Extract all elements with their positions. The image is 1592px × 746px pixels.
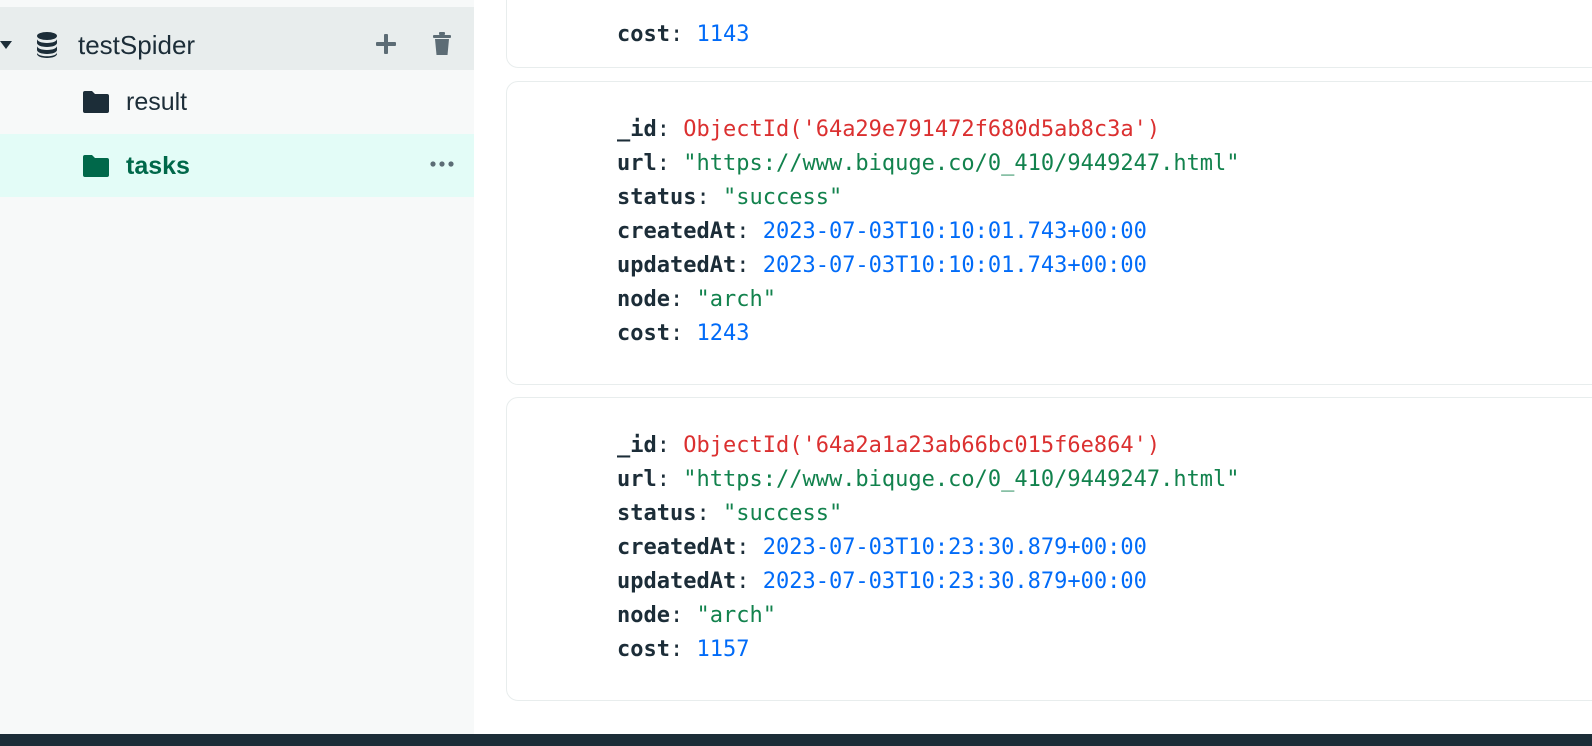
database-item-testspider[interactable]: testSpider xyxy=(0,7,474,70)
field-key: status xyxy=(617,185,697,210)
field-url: url: "https://www.biquge.co/0_410/944924… xyxy=(617,467,1240,492)
field-id: _id: ObjectId('64a2a1a23ab66bc015f6e864'… xyxy=(617,433,1161,458)
caret-down-icon[interactable] xyxy=(0,41,12,49)
field-value: "https://www.biquge.co/0_410/9449247.htm… xyxy=(683,467,1240,492)
field-key: createdAt xyxy=(617,535,737,560)
field-value: 1243 xyxy=(696,321,750,346)
collection-label: result xyxy=(126,88,188,116)
document-card[interactable]: _id: ObjectId('64a2a1a23ab66bc015f6e864'… xyxy=(506,397,1592,701)
field-value: ObjectId('64a2a1a23ab66bc015f6e864') xyxy=(683,433,1161,458)
field-key: cost xyxy=(617,637,670,662)
field-value: "success" xyxy=(722,501,843,526)
documents-list: cost: 1143 _id: ObjectId('64a29e791472f6… xyxy=(474,0,1592,734)
ellipsis-icon[interactable] xyxy=(428,154,456,174)
collection-item-tasks[interactable]: tasks xyxy=(0,134,474,197)
field-key: url xyxy=(617,151,657,176)
field-updatedat: updatedAt: 2023-07-03T10:23:30.879+00:00 xyxy=(617,569,1147,594)
field-value: "https://www.biquge.co/0_410/9449247.htm… xyxy=(683,151,1240,176)
field-value: 2023-07-03T10:10:01.743+00:00 xyxy=(762,253,1147,278)
field-cost: cost: 1157 xyxy=(617,637,750,662)
database-label: testSpider xyxy=(78,30,196,60)
folder-icon xyxy=(83,155,109,177)
field-node: node: "arch" xyxy=(617,603,776,628)
field-key: _id xyxy=(617,117,657,142)
field-key: updatedAt xyxy=(617,569,737,594)
document-card[interactable]: cost: 1143 xyxy=(506,0,1592,68)
field-value: "arch" xyxy=(696,603,776,628)
sidebar: testSpider result tasks xyxy=(0,0,474,734)
collection-item-result[interactable]: result xyxy=(0,70,474,133)
field-status: status: "success" xyxy=(617,501,843,526)
field-key: updatedAt xyxy=(617,253,737,278)
field-value: ObjectId('64a29e791472f680d5ab8c3a') xyxy=(683,117,1161,142)
plus-icon[interactable] xyxy=(371,29,401,59)
field-key: createdAt xyxy=(617,219,737,244)
field-value: "success" xyxy=(722,185,843,210)
document-card[interactable]: _id: ObjectId('64a29e791472f680d5ab8c3a'… xyxy=(506,81,1592,385)
field-key: cost xyxy=(617,321,670,346)
field-key: _id xyxy=(617,433,657,458)
field-key: node xyxy=(617,287,670,312)
field-key: status xyxy=(617,501,697,526)
field-key: url xyxy=(617,467,657,492)
field-createdat: createdAt: 2023-07-03T10:23:30.879+00:00 xyxy=(617,535,1147,560)
footer-bar xyxy=(0,734,1592,746)
field-value: 2023-07-03T10:23:30.879+00:00 xyxy=(762,535,1147,560)
field-key: node xyxy=(617,603,670,628)
field-value: 2023-07-03T10:10:01.743+00:00 xyxy=(762,219,1147,244)
trash-icon[interactable] xyxy=(427,29,457,59)
field-value: 1143 xyxy=(696,22,750,47)
field-updatedat: updatedAt: 2023-07-03T10:10:01.743+00:00 xyxy=(617,253,1147,278)
folder-icon xyxy=(83,91,109,113)
field-value: 1157 xyxy=(696,637,750,662)
field-cost: cost: 1143 xyxy=(617,22,750,47)
field-createdat: createdAt: 2023-07-03T10:10:01.743+00:00 xyxy=(617,219,1147,244)
field-cost: cost: 1243 xyxy=(617,321,750,346)
database-icon xyxy=(37,32,57,58)
field-id: _id: ObjectId('64a29e791472f680d5ab8c3a'… xyxy=(617,117,1161,142)
field-node: node: "arch" xyxy=(617,287,776,312)
field-url: url: "https://www.biquge.co/0_410/944924… xyxy=(617,151,1240,176)
field-status: status: "success" xyxy=(617,185,843,210)
field-value: 2023-07-03T10:23:30.879+00:00 xyxy=(762,569,1147,594)
field-key: cost xyxy=(617,22,670,47)
collection-label: tasks xyxy=(126,152,190,180)
field-value: "arch" xyxy=(696,287,776,312)
